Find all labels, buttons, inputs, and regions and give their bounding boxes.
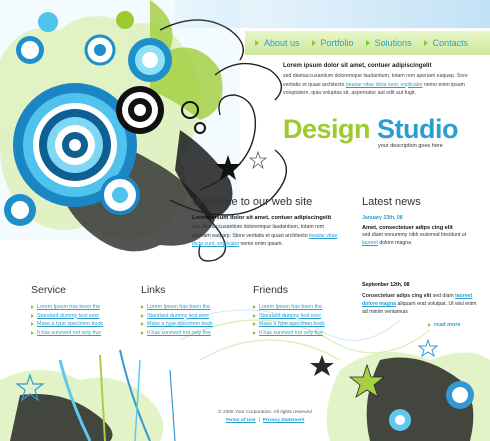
nav-item-portfolio[interactable]: Portfolio [300,38,354,48]
link-label: Standard dummy text ever [259,312,322,319]
footer-links: Terms of Use | Privacy Statement [200,417,330,425]
nav-label: Portfolio [320,38,354,48]
news-text-part: sed diam nonummy nibh euismod tincidunt … [362,232,467,238]
link-label: Lorem Ipsum has been the [147,304,211,310]
news-item-2: September 12th, 08 Consectetuer adips ci… [362,282,482,326]
arrow-icon [253,305,256,310]
link-list: Lorem Ipsum has been the Standard dummy … [31,303,131,337]
list-link[interactable]: Standard dummy text ever [31,312,131,321]
list-link[interactable]: It has survived not only five [31,329,131,338]
read-more-label: read more [434,322,461,328]
list-link[interactable]: Make a type specimen book [31,320,131,329]
welcome-section: Welcome to our web site Lorem ipsum dolo… [192,196,342,249]
list-link[interactable]: It has survived not only five [141,329,241,338]
arrow-icon [311,40,316,46]
link-list: Lorem Ipsum has been the Standard dummy … [253,303,353,337]
list-link[interactable]: Standard dummy text ever [253,312,353,321]
brand-word-design: Design [283,114,371,144]
list-link[interactable]: Lorem Ipsum has been the [253,303,353,312]
news-date: January 23th, 08 [362,215,403,221]
service-column: Service Lorem Ipsum has been the Standar… [31,284,131,337]
main-nav: About us Portfolio Solutions Contacts [245,31,490,55]
link-label: It has survived not only five [37,329,101,336]
column-title: Service [31,284,67,296]
list-link[interactable]: Lorem Ipsum has been the [141,303,241,312]
nav-item-solutions[interactable]: Solutions [354,38,412,48]
intro-title: Lorem ipsum dolor sit amet, contuer adip… [283,62,432,69]
friends-column: Friends Lorem Ipsum has been the Standar… [253,284,353,337]
welcome-heading: Welcome to our web site [192,196,313,208]
link-label: Make a type specimen book [259,321,325,328]
column-title: Links [141,284,166,296]
brand-word-studio: Studio [377,114,459,144]
arrow-icon [253,313,256,318]
welcome-text-part: nemo enim ipsam. [239,241,283,247]
news-heading: Latest news [362,196,421,208]
nav-label: About us [264,38,300,48]
list-link[interactable]: Make a type specimen book [141,320,241,329]
arrow-icon [428,323,431,327]
list-link[interactable]: Make a type specimen book [253,320,353,329]
arrow-icon [365,40,370,46]
arrow-icon [423,40,428,46]
intro-block: Lorem ipsum dolor sit amet, contuer adip… [283,62,483,98]
list-link[interactable]: Standard dummy text ever [141,312,241,321]
link-list: Lorem Ipsum has been the Standard dummy … [141,303,241,337]
news-headline: Consectetuer adips cing elit [362,293,432,299]
intro-link[interactable]: beatae vitae dicta sunt, explicabo [346,82,423,88]
news-text-part: dolore magna [377,240,412,246]
arrow-icon [31,331,34,336]
news-section: Latest news January 23th, 08 Amet, conse… [362,196,482,257]
nav-item-about[interactable]: About us [245,38,300,48]
link-label: Standard dummy text ever [37,312,100,319]
arrow-icon [141,331,144,336]
link-label: Lorem Ipsum has been the [259,304,323,310]
arrow-icon [141,305,144,310]
arrow-icon [255,40,259,46]
arrow-icon [141,322,144,327]
link-label: It has survived not only five [147,329,211,336]
nav-item-contacts[interactable]: Contacts [412,38,469,48]
news-link[interactable]: laoreet [362,240,378,246]
link-label: Standard dummy text ever [147,312,210,319]
column-title: Friends [253,284,289,296]
news-text-part: sed diam [431,293,456,299]
privacy-link[interactable]: Privacy Statement [263,418,305,423]
list-link[interactable]: Lorem Ipsum has been the [31,303,131,312]
footer-separator: | [258,418,260,423]
arrow-icon [31,305,34,310]
footer: © 2008 Your Corporation. All rights rese… [200,409,330,425]
brand-logo[interactable]: Design Studio [283,114,459,145]
link-label: Make a type specimen book [147,321,213,328]
news-text: sed diam nonummy nibh euismod tincidunt … [362,231,482,247]
arrow-icon [141,313,144,318]
welcome-lead: Lorem ipsum dolor sit amet, contuer adip… [192,215,332,221]
intro-text: sed diamaccusantium doloremque laudantiu… [283,72,483,98]
link-label: It has survived not only five [259,329,323,336]
news-text: Consectetuer adips cing elit sed diam la… [362,292,482,316]
arrow-icon [253,322,256,327]
welcome-text-part: sed diamaccusantium doloremque laudantiu… [192,224,325,239]
nav-label: Contacts [432,38,469,48]
list-link[interactable]: It has survived not only five [253,329,353,338]
links-column: Links Lorem Ipsum has been the Standard … [141,284,241,337]
nav-label: Solutions [374,38,412,48]
tagline: your description goes here [378,143,443,149]
terms-link[interactable]: Terms of Use [226,418,256,423]
arrow-icon [253,331,256,336]
header-grid-strip [175,0,490,28]
arrow-icon [31,322,34,327]
read-more-link[interactable]: read more [428,322,461,328]
link-label: Lorem Ipsum has been the [37,304,101,310]
copyright: © 2008 Your Corporation. All rights rese… [218,410,312,415]
news-date: September 12th, 08 [362,282,410,288]
welcome-text: sed diamaccusantium doloremque laudantiu… [192,223,342,249]
arrow-icon [31,313,34,318]
link-label: Make a type specimen book [37,321,103,328]
